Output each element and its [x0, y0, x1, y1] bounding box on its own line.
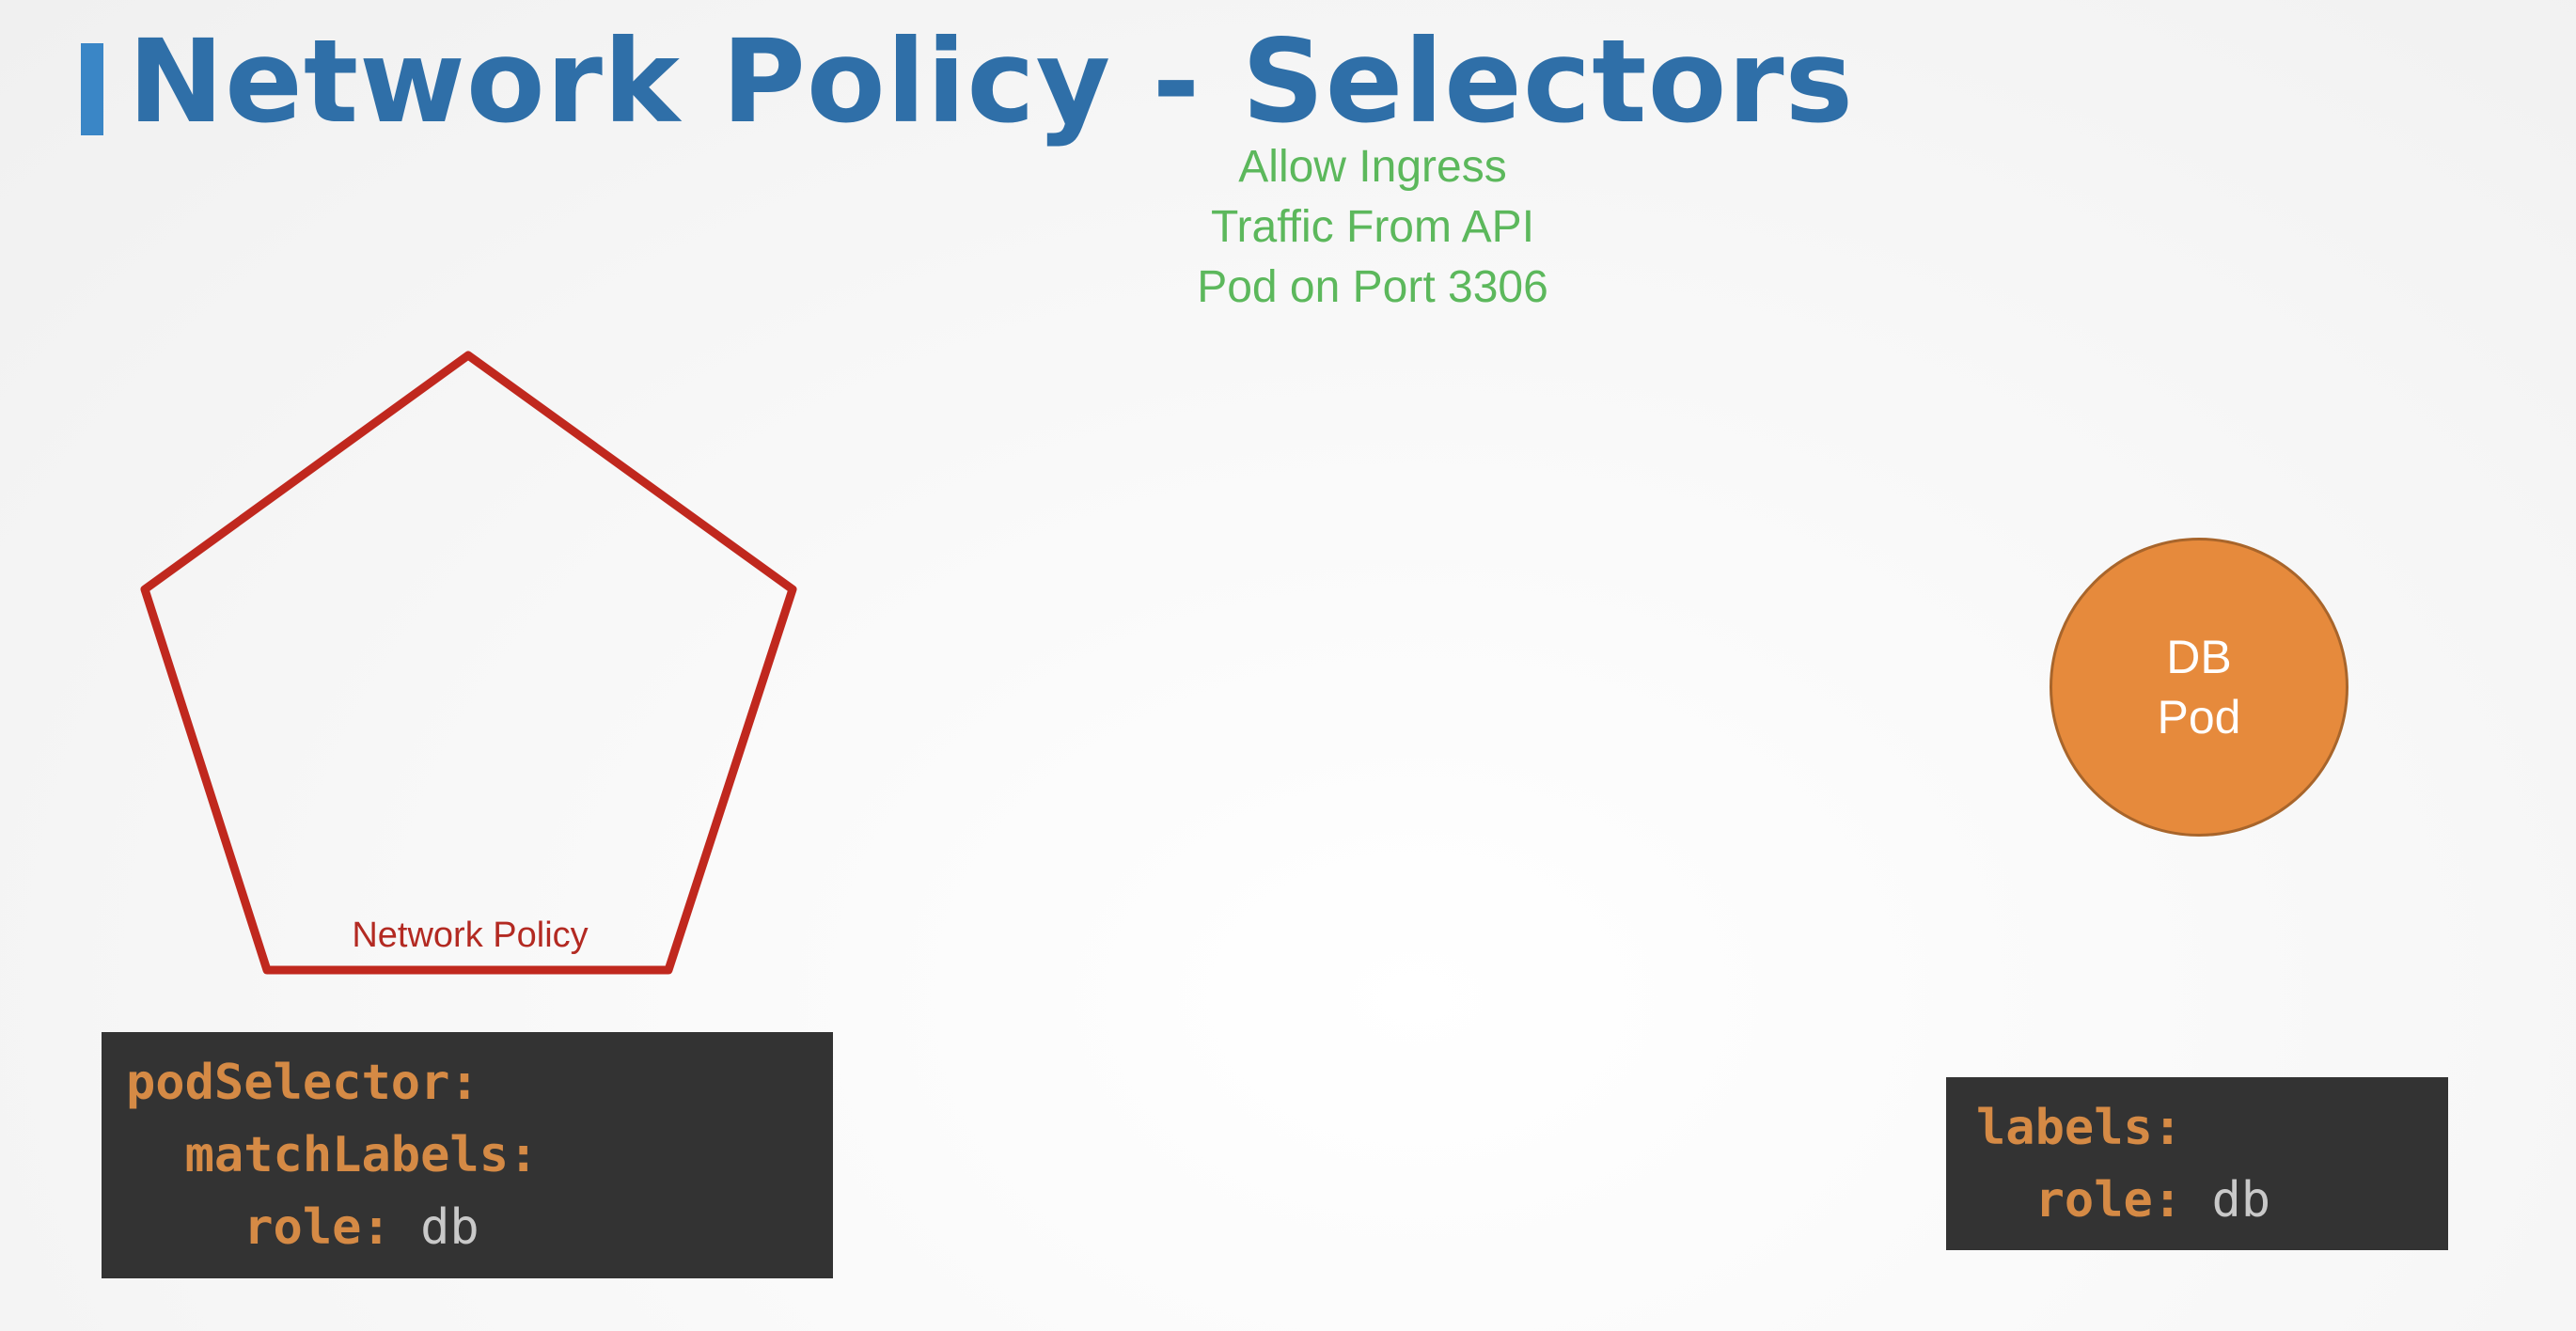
pod-labels-code: labels: role: db	[1946, 1077, 2448, 1250]
db-pod-label-line: Pod	[2157, 691, 2241, 744]
title-accent-bar	[81, 43, 103, 135]
code-line: podSelector:	[126, 1047, 833, 1120]
yaml-key: role:	[243, 1199, 391, 1256]
yaml-key: labels:	[1976, 1100, 2183, 1156]
policy-description-line: Allow Ingress	[1238, 142, 1507, 192]
yaml-value: db	[420, 1199, 479, 1256]
code-line: labels:	[1976, 1092, 2448, 1165]
policy-selector-code: podSelector: matchLabels: role: db	[102, 1032, 833, 1278]
yaml-key: matchLabels:	[184, 1127, 539, 1183]
policy-description: Allow Ingress Traffic From API Pod on Po…	[1091, 137, 1655, 318]
yaml-key: role:	[2034, 1172, 2183, 1229]
code-line: role: db	[126, 1192, 833, 1264]
code-line: role: db	[1976, 1165, 2448, 1237]
yaml-key: podSelector:	[126, 1055, 479, 1111]
policy-description-line: Pod on Port 3306	[1197, 262, 1548, 312]
db-pod-label-line: DB	[2166, 631, 2232, 683]
yaml-value: db	[2211, 1172, 2271, 1229]
code-line: matchLabels:	[126, 1120, 833, 1192]
page-title: Network Policy - Selectors	[128, 15, 1855, 149]
policy-description-line: Traffic From API	[1210, 202, 1535, 252]
db-pod: DB Pod	[2050, 538, 2348, 837]
network-policy-pentagon	[140, 351, 797, 975]
network-policy-label: Network Policy	[352, 916, 589, 955]
